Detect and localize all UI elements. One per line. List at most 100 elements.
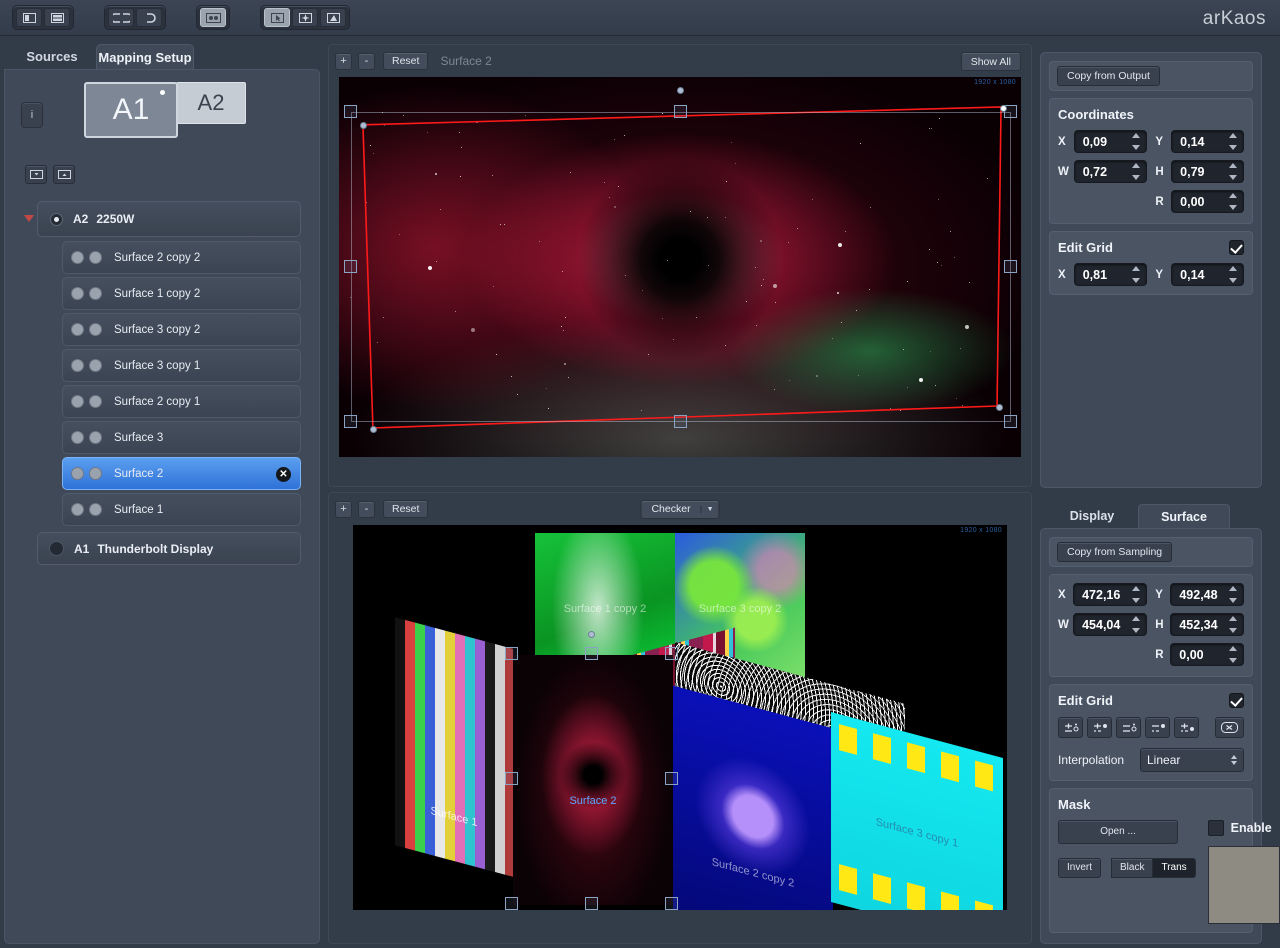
- zoom-in-button-bottom[interactable]: +: [335, 501, 352, 518]
- surface-handle-bc[interactable]: [585, 897, 598, 910]
- handle-bottom-left[interactable]: [344, 415, 357, 428]
- surface-canvas[interactable]: 1920 x 1080 Surface 1 copy 2 Surface 3 c…: [353, 525, 1007, 910]
- grid-add-point-icon[interactable]: [1174, 717, 1199, 738]
- w-stepper[interactable]: [1074, 160, 1147, 183]
- edit-grid-checkbox-top[interactable]: [1229, 240, 1244, 255]
- surface-row[interactable]: Surface 2 copy 2: [62, 241, 301, 274]
- surface-y-stepper[interactable]: [1170, 583, 1244, 606]
- mask-open-button[interactable]: Open ...: [1058, 820, 1178, 844]
- mask-enable-checkbox[interactable]: [1208, 820, 1224, 836]
- surface-handle-tl[interactable]: [505, 647, 518, 660]
- pointer-tool-icon[interactable]: [264, 8, 290, 27]
- screen-tile-a1[interactable]: A1: [84, 82, 178, 138]
- display-row-a1[interactable]: A1Thunderbolt Display: [37, 532, 301, 565]
- w-input[interactable]: [1075, 165, 1131, 179]
- copy-from-sampling-button[interactable]: Copy from Sampling: [1057, 542, 1172, 562]
- surface-r-input[interactable]: [1171, 648, 1227, 662]
- edit-grid-checkbox-bottom[interactable]: [1229, 693, 1244, 708]
- grid-remove-column-icon[interactable]: [1145, 717, 1170, 738]
- surface-row[interactable]: Surface 3 copy 1: [62, 349, 301, 382]
- w-arrows[interactable]: [1132, 163, 1143, 180]
- move-tool-icon[interactable]: [292, 8, 318, 27]
- x-stepper[interactable]: [1074, 130, 1147, 153]
- surface-visible-dot[interactable]: [71, 395, 84, 408]
- copy-from-output-button[interactable]: Copy from Output: [1057, 66, 1160, 86]
- surface-solo-dot[interactable]: [89, 287, 102, 300]
- tab-surface[interactable]: Surface: [1138, 504, 1230, 529]
- corner-point-bl[interactable]: [370, 426, 377, 433]
- reset-button-top[interactable]: Reset: [383, 52, 428, 70]
- group-row-a2[interactable]: A22250W: [37, 201, 301, 237]
- surface-row[interactable]: Surface 2✕: [62, 457, 301, 490]
- grid-remove-row-icon[interactable]: [1116, 717, 1141, 738]
- surface-x-stepper[interactable]: [1073, 583, 1147, 606]
- preview-screen-icon[interactable]: [200, 8, 226, 27]
- surface-x-input[interactable]: [1074, 588, 1130, 602]
- disclosure-triangle-icon[interactable]: [24, 215, 34, 222]
- screen-tile-a2[interactable]: A2: [176, 82, 246, 124]
- background-mode-select[interactable]: Checker ▼: [640, 500, 719, 519]
- surface-y-arrows[interactable]: [1229, 586, 1240, 603]
- surface-solo-dot[interactable]: [89, 251, 102, 264]
- surface-visible-dot[interactable]: [71, 467, 84, 480]
- mask-mode-black[interactable]: Black: [1111, 858, 1153, 878]
- surface-visible-dot[interactable]: [71, 359, 84, 372]
- face-surface-2[interactable]: Surface 2: [513, 655, 673, 905]
- zoom-out-button-top[interactable]: -: [358, 53, 375, 70]
- surface-solo-dot[interactable]: [89, 503, 102, 516]
- surface-visible-dot[interactable]: [71, 323, 84, 336]
- grid-y-arrows-top[interactable]: [1229, 266, 1240, 283]
- grid-add-column-icon[interactable]: [1087, 717, 1112, 738]
- surface-handle-mr[interactable]: [665, 772, 678, 785]
- display-radio[interactable]: [49, 541, 64, 556]
- interpolation-select[interactable]: Linear: [1140, 748, 1244, 772]
- handle-bottom-right[interactable]: [1004, 415, 1017, 428]
- output-canvas[interactable]: 1920 x 1080: [339, 77, 1021, 457]
- surface-handle-br[interactable]: [665, 897, 678, 910]
- surface-h-arrows[interactable]: [1229, 616, 1240, 633]
- corner-point-tl[interactable]: [360, 122, 367, 129]
- surface-solo-dot[interactable]: [89, 467, 102, 480]
- handle-mid-right[interactable]: [1004, 260, 1017, 273]
- r-input[interactable]: [1172, 195, 1228, 209]
- surface-solo-dot[interactable]: [89, 323, 102, 336]
- grid-add-row-icon[interactable]: [1058, 717, 1083, 738]
- surface-r-stepper[interactable]: [1170, 643, 1244, 666]
- collapse-all-icon[interactable]: [25, 165, 47, 184]
- handle-bottom-center[interactable]: [674, 415, 687, 428]
- surface-visible-dot[interactable]: [71, 503, 84, 516]
- group-radio[interactable]: [50, 213, 63, 226]
- x-arrows[interactable]: [1132, 133, 1143, 150]
- h-input[interactable]: [1172, 165, 1228, 179]
- surface-w-stepper[interactable]: [1073, 613, 1147, 636]
- surface-y-input[interactable]: [1171, 588, 1227, 602]
- surface-w-input[interactable]: [1074, 618, 1130, 632]
- mask-mode-trans[interactable]: Trans: [1153, 858, 1195, 878]
- y-input[interactable]: [1172, 135, 1228, 149]
- surface-x-arrows[interactable]: [1132, 586, 1143, 603]
- face-surface-3-copy-1[interactable]: Surface 3 copy 1: [831, 712, 1003, 910]
- surface-solo-dot[interactable]: [89, 359, 102, 372]
- surface-r-arrows[interactable]: [1229, 646, 1240, 663]
- grid-x-input-top[interactable]: [1075, 268, 1131, 282]
- surface-handle-bl[interactable]: [505, 897, 518, 910]
- grid-clear-icon[interactable]: [1215, 717, 1244, 738]
- zoom-in-button-top[interactable]: +: [335, 53, 352, 70]
- surface-row[interactable]: Surface 2 copy 1: [62, 385, 301, 418]
- face-surface-1[interactable]: Surface 1: [395, 617, 513, 877]
- tab-mapping-setup[interactable]: Mapping Setup: [96, 44, 194, 70]
- corner-point-br[interactable]: [996, 404, 1003, 411]
- surface-w-arrows[interactable]: [1132, 616, 1143, 633]
- surface-h-stepper[interactable]: [1170, 613, 1244, 636]
- expand-all-icon[interactable]: [53, 165, 75, 184]
- warp-tool-icon[interactable]: [320, 8, 346, 27]
- surface-row[interactable]: Surface 3 copy 2: [62, 313, 301, 346]
- mask-preview-thumbnail[interactable]: [1208, 846, 1280, 924]
- tab-sources[interactable]: Sources: [12, 44, 92, 70]
- mask-invert-button[interactable]: Invert: [1058, 858, 1101, 878]
- handle-top-left[interactable]: [344, 105, 357, 118]
- surface-visible-dot[interactable]: [71, 251, 84, 264]
- surface-handle-ml[interactable]: [505, 772, 518, 785]
- surface-row[interactable]: Surface 1 copy 2: [62, 277, 301, 310]
- show-all-button[interactable]: Show All: [961, 52, 1021, 71]
